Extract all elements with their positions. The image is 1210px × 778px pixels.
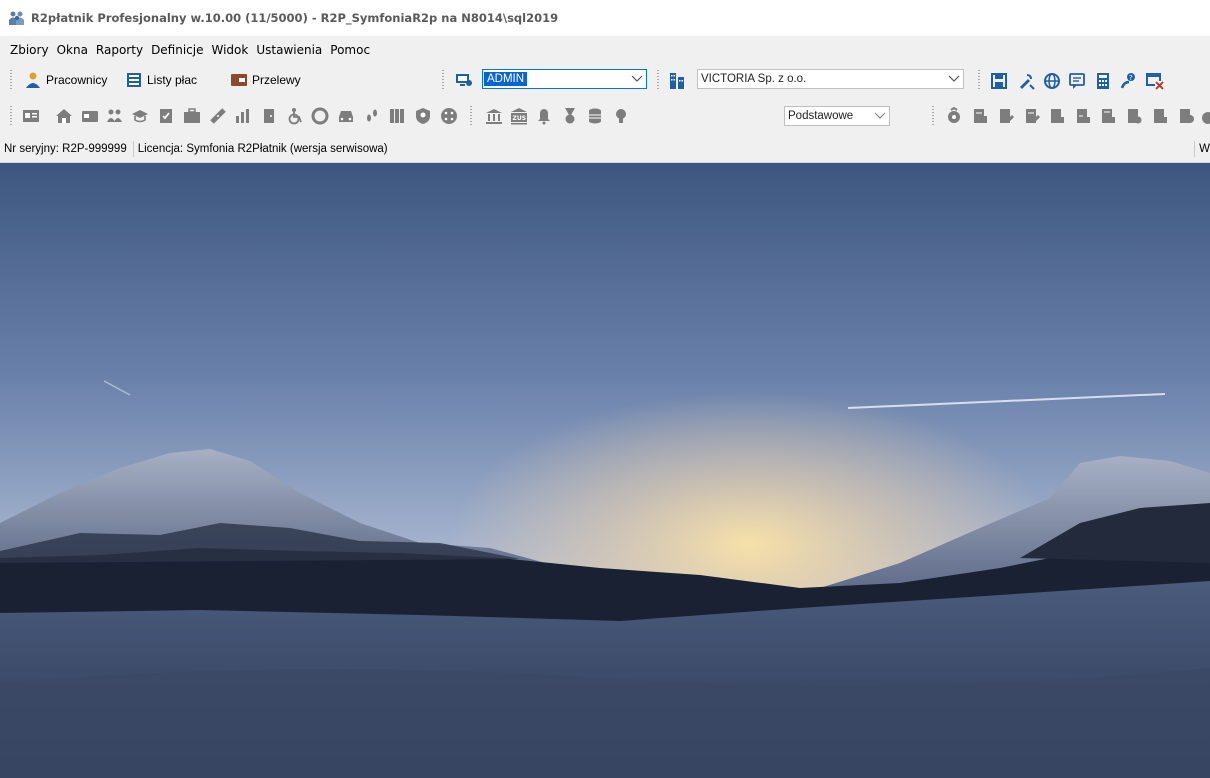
toolbar-grip[interactable] — [470, 106, 472, 126]
briefcase-icon[interactable] — [183, 107, 201, 125]
message-icon[interactable] — [1068, 72, 1086, 90]
svg-text:?: ? — [1129, 74, 1133, 82]
tools-icon[interactable] — [1017, 72, 1035, 90]
zus-icon[interactable]: ZUS — [510, 107, 528, 125]
save-icon[interactable] — [990, 72, 1008, 90]
company-select[interactable]: VICTORIA Sp. z o.o. — [697, 69, 964, 89]
person-icon — [26, 72, 40, 88]
serial-number: Nr seryjny: R2P-999999 — [4, 142, 127, 155]
family-icon[interactable] — [106, 107, 124, 125]
company-select-value: VICTORIA Sp. z o.o. — [701, 73, 807, 85]
report-icon[interactable] — [1074, 107, 1092, 125]
shield-icon[interactable] — [414, 107, 432, 125]
report-icon[interactable] — [971, 107, 989, 125]
transfers-button[interactable]: Przelewy — [230, 69, 301, 91]
home-icon[interactable] — [55, 107, 73, 125]
employees-button[interactable]: Pracownicy — [24, 69, 107, 91]
window-title: R2płatnik Profesjonalny w.10.00 (11/5000… — [31, 11, 559, 25]
footprints-icon[interactable] — [363, 107, 381, 125]
title-bar: R2płatnik Profesjonalny w.10.00 (11/5000… — [0, 0, 1210, 36]
toolbar-grip[interactable] — [10, 70, 12, 90]
menu-okna[interactable]: Okna — [53, 43, 92, 57]
bandage-icon[interactable] — [209, 107, 227, 125]
id-card-icon[interactable] — [22, 107, 40, 125]
menu-widok[interactable]: Widok — [208, 43, 253, 57]
user-monitor-icon[interactable] — [455, 72, 473, 90]
mountain-landscape-image — [0, 163, 1210, 778]
report-icon[interactable] — [1177, 107, 1195, 125]
bank-icon[interactable] — [485, 107, 503, 125]
binders-icon[interactable] — [388, 107, 406, 125]
payroll-list-icon — [127, 73, 141, 87]
view-mode-select[interactable]: Podstawowe — [784, 106, 890, 126]
chevron-down-icon — [871, 107, 889, 125]
menu-raporty[interactable]: Raporty — [92, 43, 147, 57]
globe-icon[interactable] — [1043, 72, 1061, 90]
wallet-icon — [231, 74, 247, 86]
building-icon[interactable] — [668, 72, 686, 90]
toolbar-grip[interactable] — [932, 106, 934, 126]
report-icon[interactable] — [1151, 107, 1169, 125]
menu-bar: Zbiory Okna Raporty Definicje Widok Usta… — [0, 36, 1210, 64]
report-edit-icon[interactable] — [1023, 107, 1041, 125]
user-select-value: ADMIN — [484, 72, 528, 86]
main-toolbar: Pracownicy Listy płac Przelewy ADMIN VIC… — [0, 64, 1210, 97]
view-mode-value: Podstawowe — [788, 110, 854, 122]
menu-definicje[interactable]: Definicje — [147, 43, 207, 57]
wheelchair-icon[interactable] — [286, 107, 304, 125]
help-icon[interactable]: ? — [1120, 72, 1138, 90]
car-icon[interactable] — [337, 107, 355, 125]
toolbar-grip[interactable] — [657, 70, 659, 90]
toolbar-grip[interactable] — [10, 106, 12, 126]
menu-ustawienia[interactable]: Ustawienia — [252, 43, 326, 57]
report-edit-icon[interactable] — [997, 107, 1015, 125]
employees-label: Pracownicy — [46, 73, 108, 87]
card-icon[interactable] — [81, 107, 99, 125]
bar-chart-icon[interactable] — [234, 107, 252, 125]
lightbulb-icon[interactable] — [612, 107, 630, 125]
bell-icon[interactable] — [535, 107, 553, 125]
exit-door-icon[interactable] — [260, 107, 278, 125]
transfers-label: Przelewy — [252, 73, 301, 87]
cloud-icon[interactable] — [1200, 107, 1210, 125]
document-check-icon[interactable] — [157, 107, 175, 125]
desktop-wallpaper — [0, 163, 1210, 778]
medal-icon[interactable] — [561, 107, 579, 125]
toolbar-grip[interactable] — [442, 70, 444, 90]
close-window-icon[interactable] — [1146, 72, 1164, 90]
report-icon[interactable] — [1048, 107, 1066, 125]
people-group-icon — [9, 11, 24, 25]
calculator-icon[interactable] — [1094, 72, 1112, 90]
svg-text:ZUS: ZUS — [513, 115, 527, 122]
report-icon[interactable] — [1099, 107, 1117, 125]
menu-zbiory[interactable]: Zbiory — [6, 43, 53, 57]
lifebuoy-icon[interactable] — [311, 107, 329, 125]
tag-icon[interactable] — [945, 107, 963, 125]
report-icon[interactable] — [1125, 107, 1143, 125]
payrolls-button[interactable]: Listy płac — [125, 69, 197, 91]
toolbar-grip[interactable] — [978, 70, 980, 90]
badge-icon[interactable] — [440, 107, 458, 125]
payrolls-label: Listy płac — [147, 73, 198, 87]
menu-pomoc[interactable]: Pomoc — [326, 43, 374, 57]
status-extra: W — [1199, 142, 1210, 155]
modules-toolbar: ZUS Podstawowe — [0, 97, 1210, 135]
info-bar: Nr seryjny: R2P-999999 Licencja: Symfoni… — [0, 135, 1210, 163]
chevron-down-icon — [945, 70, 963, 88]
graduation-cap-icon[interactable] — [131, 107, 149, 125]
chevron-down-icon — [628, 70, 646, 88]
license-info: Licencja: Symfonia R2Płatnik (wersja ser… — [137, 142, 388, 155]
user-select[interactable]: ADMIN — [482, 69, 647, 89]
coins-icon[interactable] — [586, 107, 604, 125]
